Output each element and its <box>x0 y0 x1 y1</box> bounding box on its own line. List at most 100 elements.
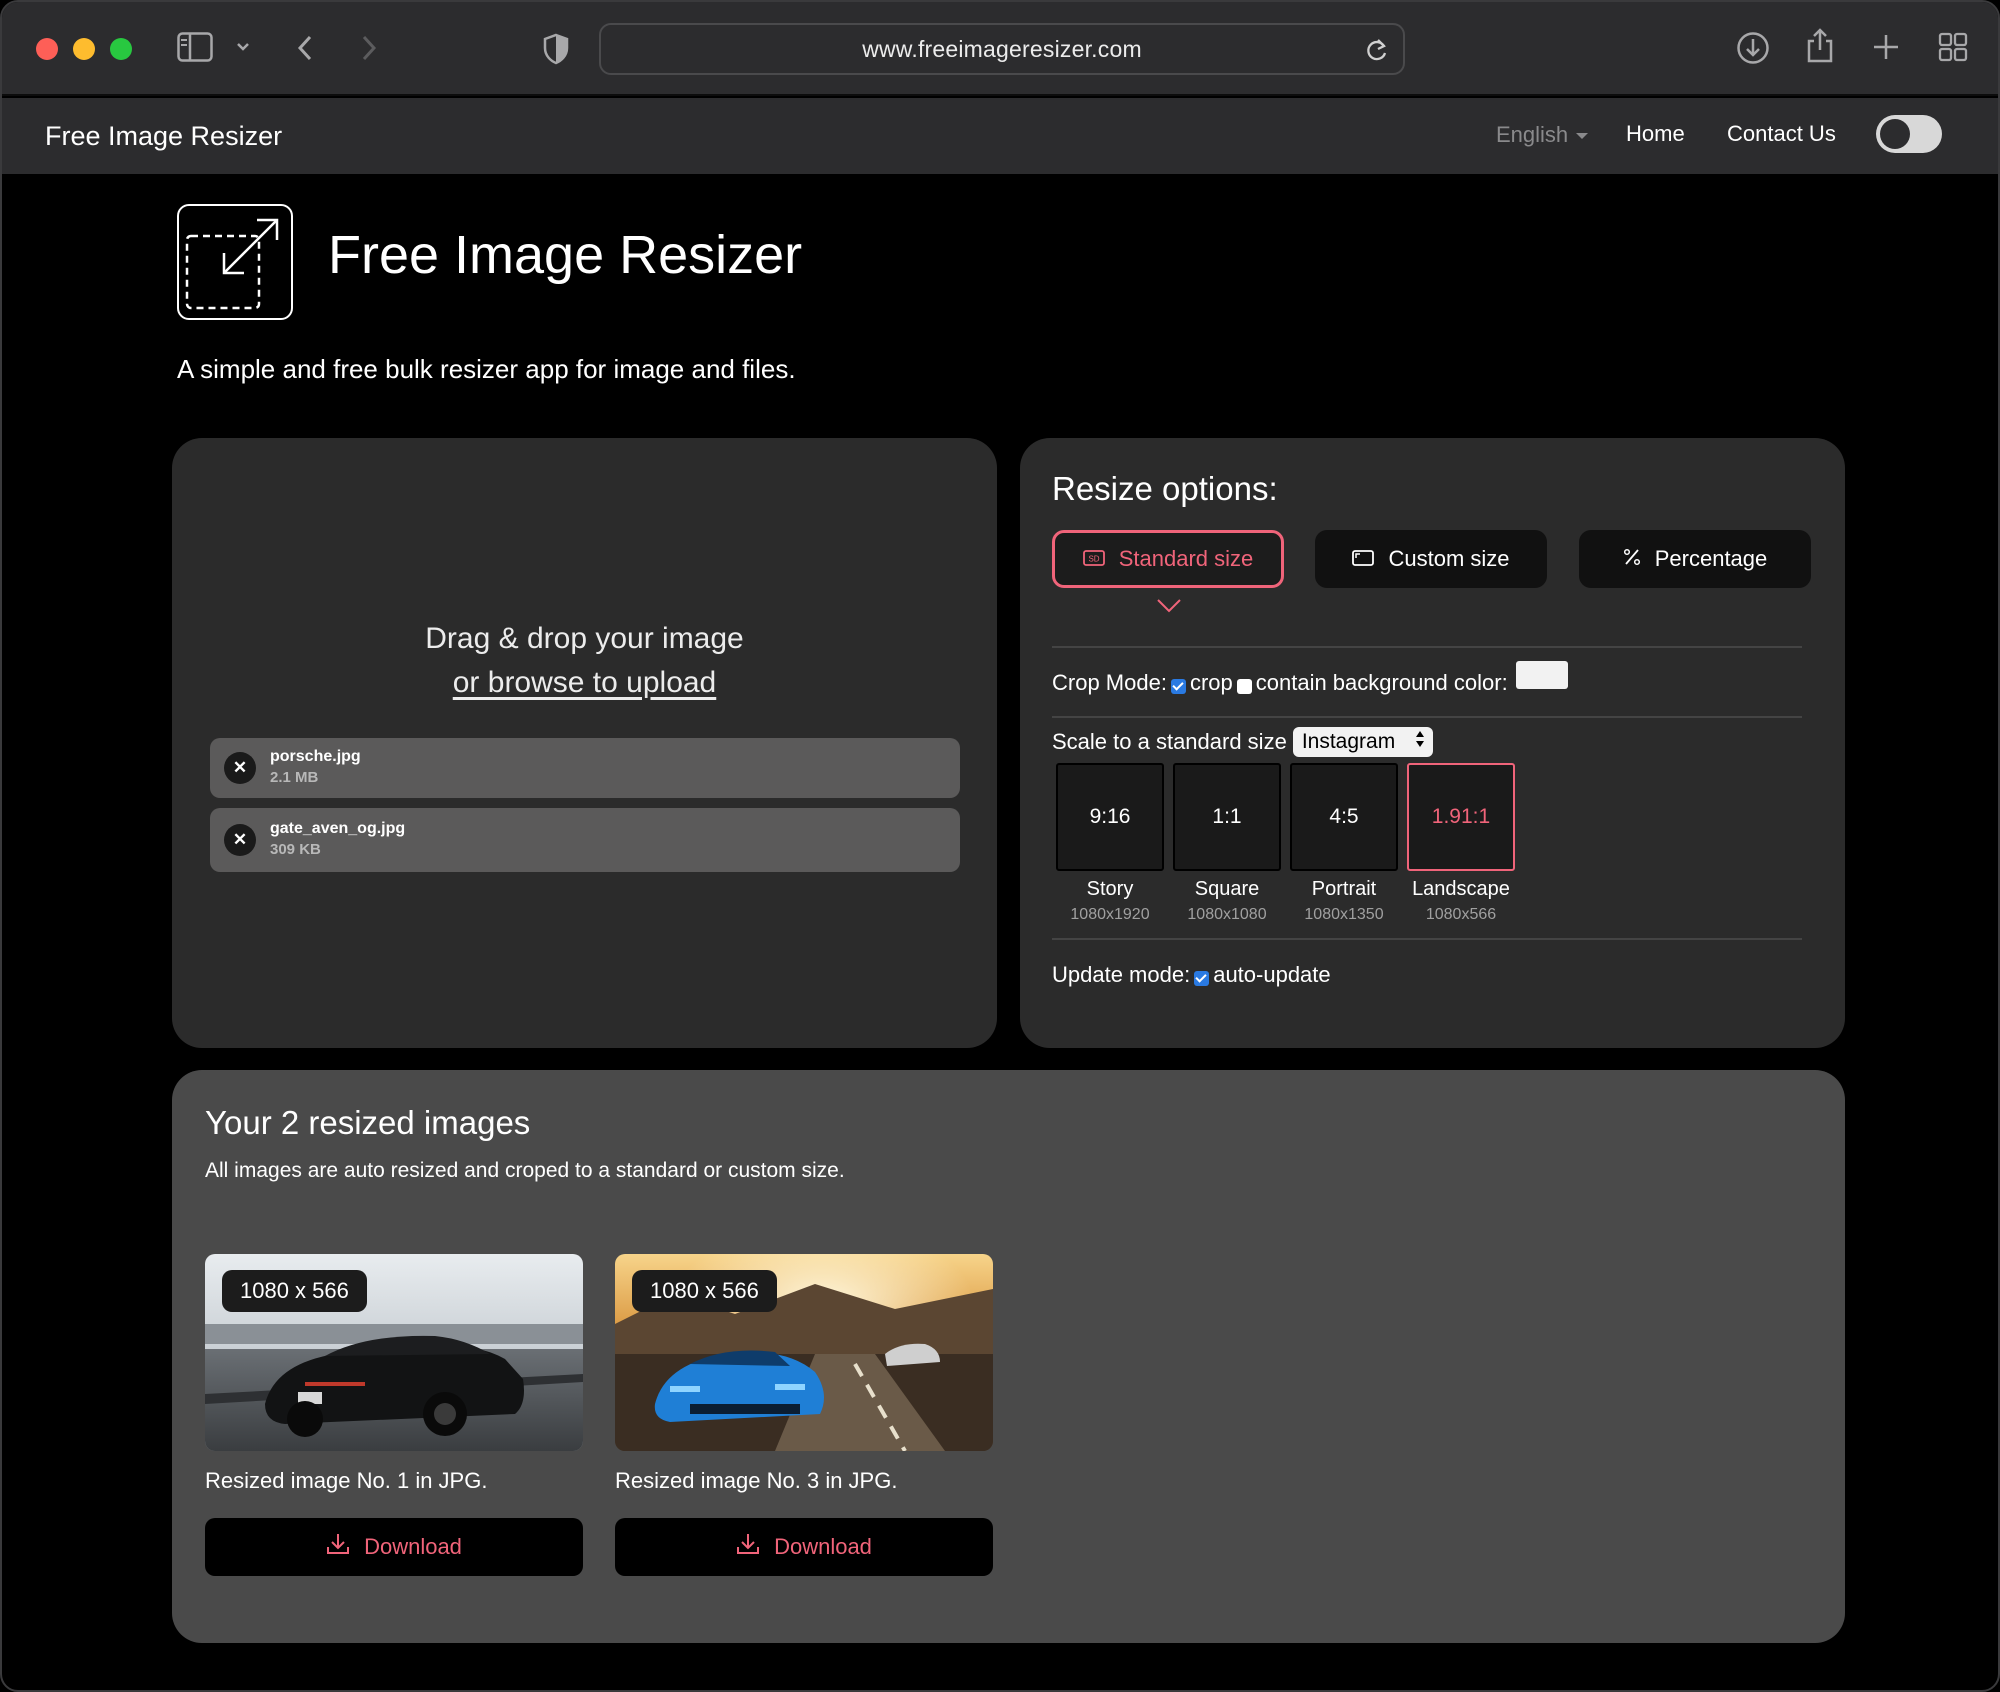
share-icon[interactable] <box>1805 28 1835 64</box>
ratio-dimensions: 1080x1350 <box>1304 906 1384 923</box>
ratio-value: 4:5 <box>1329 805 1359 828</box>
crop-option-label: crop <box>1189 670 1233 695</box>
divider <box>1052 716 1802 718</box>
sidebar-icon[interactable] <box>177 32 213 62</box>
percentage-button[interactable]: Percentage <box>1579 530 1811 588</box>
browser-toolbar: www.freeimageresizer.com <box>2 2 1998 96</box>
ratio-value: 1.91:1 <box>1431 805 1491 828</box>
new-tab-icon[interactable] <box>1872 33 1900 61</box>
forward-icon[interactable] <box>360 34 378 62</box>
result-card: 1080 x 566 Resized image No. 1 in JPG. D… <box>205 1254 583 1576</box>
page-subtitle: A simple and free bulk resizer app for i… <box>177 354 796 384</box>
aspect-icon <box>1352 546 1375 572</box>
dark-mode-toggle[interactable] <box>1876 115 1942 153</box>
svg-text:SD: SD <box>1088 555 1099 564</box>
address-bar[interactable]: www.freeimageresizer.com <box>599 23 1405 75</box>
file-size: 309 KB <box>270 841 321 858</box>
percentage-label: Percentage <box>1654 546 1768 571</box>
divider <box>1052 646 1802 648</box>
tab-overview-icon[interactable] <box>1938 32 1968 62</box>
upload-dropzone[interactable]: Drag & drop your image or browse to uplo… <box>172 438 997 1048</box>
ratio-name: Square <box>1194 878 1260 900</box>
update-mode-row: Update mode: auto-update <box>1052 958 1331 992</box>
crop-mode-row: Crop Mode: crop contain background color… <box>1052 661 1568 703</box>
ratio-dimensions: 1080x566 <box>1425 906 1497 923</box>
resized-image-thumbnail[interactable]: 1080 x 566 <box>615 1254 993 1451</box>
resized-image-thumbnail[interactable]: 1080 x 566 <box>205 1254 583 1451</box>
download-icon <box>326 1533 350 1561</box>
image-caption: Resized image No. 1 in JPG. <box>205 1468 488 1493</box>
nav-home-link[interactable]: Home <box>1626 121 1685 147</box>
site-navbar: Free Image Resizer English Home Contact … <box>2 98 1998 174</box>
download-label: Download <box>364 1534 462 1559</box>
ratio-story-button[interactable]: 9:16 <box>1056 763 1164 871</box>
uploaded-file-item: ✕ gate_aven_og.jpg 309 KB <box>210 808 960 872</box>
contain-checkbox[interactable] <box>1236 678 1252 694</box>
language-dropdown[interactable]: English <box>1496 122 1588 148</box>
ratio-name: Landscape <box>1412 878 1510 900</box>
toggle-knob <box>1880 119 1910 149</box>
minimize-window-button[interactable] <box>73 38 95 60</box>
divider <box>1052 938 1802 940</box>
standard-size-select[interactable]: Instagram <box>1292 727 1434 757</box>
ratio-landscape-button[interactable]: 1.91:1 <box>1407 763 1515 871</box>
uploaded-file-item: ✕ porsche.jpg 2.1 MB <box>210 738 960 798</box>
standard-size-label: Standard size <box>1118 546 1254 571</box>
privacy-shield-icon[interactable] <box>543 33 569 65</box>
crop-checkbox[interactable] <box>1170 678 1186 694</box>
image-size-badge: 1080 x 566 <box>632 1270 777 1312</box>
downloads-icon[interactable] <box>1736 31 1770 65</box>
custom-size-button[interactable]: Custom size <box>1315 530 1547 588</box>
page-title: Free Image Resizer <box>328 225 803 285</box>
ratio-value: 1:1 <box>1212 805 1242 828</box>
resize-options-panel: Resize options: SD Standard size Custom … <box>1020 438 1845 1048</box>
results-subtitle: All images are auto resized and croped t… <box>205 1159 845 1182</box>
close-window-button[interactable] <box>36 38 58 60</box>
download-icon <box>736 1533 760 1561</box>
contain-option-label: contain background color: <box>1255 670 1508 695</box>
file-size: 2.1 MB <box>270 769 319 786</box>
ratio-name: Story <box>1086 878 1134 900</box>
chevron-down-icon[interactable] <box>236 42 250 52</box>
brand-link[interactable]: Free Image Resizer <box>45 121 282 152</box>
image-size-badge: 1080 x 566 <box>222 1270 367 1312</box>
download-button[interactable]: Download <box>615 1518 993 1576</box>
file-name: porsche.jpg <box>270 748 361 765</box>
ratio-square-button[interactable]: 1:1 <box>1173 763 1281 871</box>
standard-size-button[interactable]: SD Standard size <box>1052 530 1284 588</box>
back-icon[interactable] <box>296 34 314 62</box>
ratio-portrait-button[interactable]: 4:5 <box>1290 763 1398 871</box>
image-caption: Resized image No. 3 in JPG. <box>615 1468 898 1493</box>
resize-logo-icon <box>177 204 293 320</box>
remove-file-button[interactable]: ✕ <box>224 824 256 856</box>
sd-icon: SD <box>1082 546 1105 572</box>
download-label: Download <box>774 1534 872 1559</box>
reload-icon[interactable] <box>1365 37 1389 68</box>
auto-update-label: auto-update <box>1213 962 1331 987</box>
url-text: www.freeimageresizer.com <box>862 35 1142 62</box>
custom-size-label: Custom size <box>1388 546 1510 571</box>
drop-instructions: Drag & drop your image <box>425 622 744 655</box>
select-arrows-icon <box>1415 730 1425 754</box>
update-mode-label: Update mode: <box>1052 962 1191 987</box>
result-card: 1080 x 566 Resized image No. 3 in JPG. D… <box>615 1254 993 1576</box>
ratio-value: 9:16 <box>1089 805 1131 828</box>
maximize-window-button[interactable] <box>110 38 132 60</box>
ratio-name: Portrait <box>1311 878 1377 900</box>
results-title: Your 2 resized images <box>205 1104 531 1141</box>
nav-contact-link[interactable]: Contact Us <box>1727 121 1836 147</box>
browser-window: www.freeimageresizer.com Free Image Resi… <box>0 0 2000 1692</box>
ratio-dimensions: 1080x1920 <box>1070 906 1150 923</box>
scale-row: Scale to a standard size Instagram <box>1052 725 1434 759</box>
background-color-picker[interactable] <box>1515 661 1568 689</box>
options-title: Resize options: <box>1052 470 1278 507</box>
browse-upload-link[interactable]: or browse to upload <box>172 666 997 700</box>
chevron-down-icon <box>1156 598 1182 619</box>
download-button[interactable]: Download <box>205 1518 583 1576</box>
crop-mode-label: Crop Mode: <box>1052 670 1167 695</box>
remove-file-button[interactable]: ✕ <box>224 752 256 784</box>
ratio-dimensions: 1080x1080 <box>1187 906 1267 923</box>
select-value: Instagram <box>1301 730 1396 753</box>
auto-update-checkbox[interactable] <box>1194 970 1210 986</box>
percent-icon <box>1623 546 1641 572</box>
